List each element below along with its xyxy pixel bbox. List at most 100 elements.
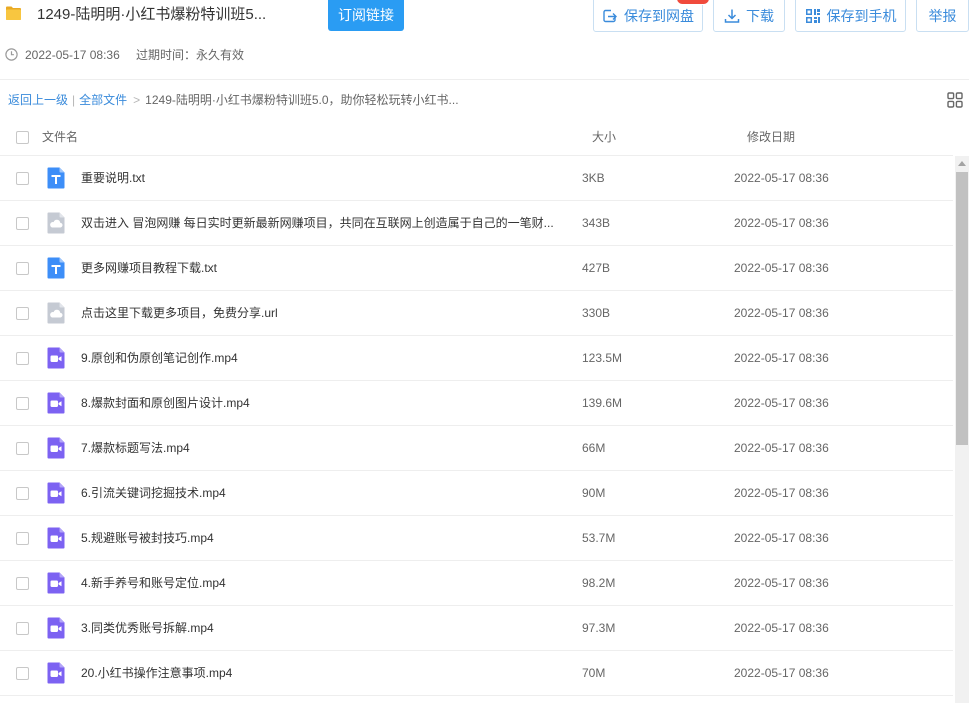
- file-row[interactable]: 6.引流关键词挖掘技术.mp4 90M 2022-05-17 08:36: [0, 471, 953, 516]
- save-to-cloud-label: 保存到网盘: [624, 7, 694, 24]
- all-files-link[interactable]: 全部文件: [79, 92, 127, 108]
- row-checkbox[interactable]: [16, 262, 29, 275]
- file-name[interactable]: 点击这里下载更多项目，免费分享.url: [81, 305, 576, 321]
- file-modified-date: 2022-05-17 08:36: [734, 306, 829, 320]
- file-row[interactable]: 点击这里下载更多项目，免费分享.url 330B 2022-05-17 08:3…: [0, 291, 953, 336]
- file-size: 343B: [582, 216, 611, 230]
- file-size: 70M: [582, 666, 606, 680]
- video-file-icon: [45, 617, 67, 639]
- file-size: 53.7M: [582, 531, 616, 545]
- file-name[interactable]: 更多网赚项目教程下载.txt: [81, 260, 576, 276]
- file-size: 66M: [582, 441, 606, 455]
- scroll-thumb[interactable]: [956, 172, 968, 445]
- column-header-size[interactable]: 大小: [592, 129, 616, 145]
- file-name[interactable]: 7.爆款标题写法.mp4: [81, 440, 576, 456]
- file-modified-date: 2022-05-17 08:36: [734, 486, 829, 500]
- qr-code-icon: [805, 8, 821, 24]
- column-header-modified[interactable]: 修改日期: [747, 129, 795, 145]
- file-list: 重要说明.txt 3KB 2022-05-17 08:36 双击进入 冒泡网赚 …: [0, 156, 953, 703]
- file-size: 97.3M: [582, 621, 616, 635]
- link-file-icon: [45, 212, 67, 234]
- file-row[interactable]: 4.新手养号和账号定位.mp4 98.2M 2022-05-17 08:36: [0, 561, 953, 606]
- file-name[interactable]: 5.规避账号被封技巧.mp4: [81, 530, 576, 546]
- share-created-time: 2022-05-17 08:36: [25, 48, 120, 62]
- scrollbar[interactable]: [955, 156, 969, 703]
- save-to-phone-label: 保存到手机: [826, 7, 897, 24]
- file-name[interactable]: 4.新手养号和账号定位.mp4: [81, 575, 576, 591]
- video-file-icon: [45, 527, 67, 549]
- file-modified-date: 2022-05-17 08:36: [734, 351, 829, 365]
- scroll-up-arrow[interactable]: [958, 161, 966, 166]
- file-modified-date: 2022-05-17 08:36: [734, 576, 829, 590]
- file-modified-date: 2022-05-17 08:36: [734, 531, 829, 545]
- file-name[interactable]: 重要说明.txt: [81, 170, 576, 186]
- video-file-icon: [45, 437, 67, 459]
- video-file-icon: [45, 392, 67, 414]
- file-row[interactable]: 9.原创和伪原创笔记创作.mp4 123.5M 2022-05-17 08:36: [0, 336, 953, 381]
- video-file-icon: [45, 572, 67, 594]
- video-file-icon: [45, 482, 67, 504]
- file-name[interactable]: 3.同类优秀账号拆解.mp4: [81, 620, 576, 636]
- download-button[interactable]: 下载: [713, 0, 785, 32]
- table-header: 文件名 大小 修改日期: [0, 118, 953, 156]
- report-label: 举报: [928, 7, 957, 24]
- file-name[interactable]: 8.爆款封面和原创图片设计.mp4: [81, 395, 576, 411]
- breadcrumb: 返回上一级 | 全部文件 > 1249-陆明明·小红书爆粉特训班5.0，助你轻松…: [8, 92, 459, 108]
- file-row[interactable]: 更多网赚项目教程下载.txt 427B 2022-05-17 08:36: [0, 246, 953, 291]
- share-expiry: 过期时间：永久有效: [136, 48, 245, 62]
- file-row[interactable]: 3.同类优秀账号拆解.mp4 97.3M 2022-05-17 08:36: [0, 606, 953, 651]
- link-file-icon: [45, 302, 67, 324]
- row-checkbox[interactable]: [16, 307, 29, 320]
- file-modified-date: 2022-05-17 08:36: [734, 261, 829, 275]
- row-checkbox[interactable]: [16, 217, 29, 230]
- file-size: 330B: [582, 306, 611, 320]
- file-name[interactable]: 20.小红书操作注意事项.mp4: [81, 665, 576, 681]
- file-row[interactable]: 20.小红书操作注意事项.mp4 70M 2022-05-17 08:36: [0, 651, 953, 696]
- row-checkbox[interactable]: [16, 622, 29, 635]
- row-checkbox[interactable]: [16, 397, 29, 410]
- column-header-name[interactable]: 文件名: [42, 129, 78, 145]
- breadcrumb-separator: >: [133, 93, 141, 107]
- download-icon: [724, 8, 740, 24]
- file-modified-date: 2022-05-17 08:36: [734, 216, 829, 230]
- row-checkbox[interactable]: [16, 532, 29, 545]
- video-file-icon: [45, 347, 67, 369]
- save-to-phone-button[interactable]: 保存到手机: [795, 0, 906, 32]
- row-checkbox[interactable]: [16, 577, 29, 590]
- folder-icon: [5, 5, 22, 21]
- file-row[interactable]: 重要说明.txt 3KB 2022-05-17 08:36: [0, 156, 953, 201]
- clock-icon: [5, 48, 18, 61]
- file-modified-date: 2022-05-17 08:36: [734, 441, 829, 455]
- txt-file-icon: [45, 167, 67, 189]
- file-row[interactable]: 双击进入 冒泡网赚 每日实时更新最新网赚项目，共同在互联网上创造属于自己的一笔财…: [0, 201, 953, 246]
- select-all-checkbox[interactable]: [16, 131, 29, 144]
- file-modified-date: 2022-05-17 08:36: [734, 171, 829, 185]
- file-row[interactable]: 5.规避账号被封技巧.mp4 53.7M 2022-05-17 08:36: [0, 516, 953, 561]
- row-checkbox[interactable]: [16, 442, 29, 455]
- file-name[interactable]: 双击进入 冒泡网赚 每日实时更新最新网赚项目，共同在互联网上创造属于自己的一笔财…: [81, 215, 576, 231]
- file-modified-date: 2022-05-17 08:36: [734, 396, 829, 410]
- file-modified-date: 2022-05-17 08:36: [734, 666, 829, 680]
- grid-view-icon[interactable]: [947, 92, 963, 108]
- subscribe-button[interactable]: 订阅链接: [328, 0, 404, 31]
- row-checkbox[interactable]: [16, 667, 29, 680]
- file-name[interactable]: 6.引流关键词挖掘技术.mp4: [81, 485, 576, 501]
- file-size: 3KB: [582, 171, 605, 185]
- breadcrumb-current: 1249-陆明明·小红书爆粉特训班5.0，助你轻松玩转小红书...: [145, 93, 459, 107]
- file-size: 123.5M: [582, 351, 623, 365]
- file-size: 139.6M: [582, 396, 623, 410]
- file-size: 98.2M: [582, 576, 616, 590]
- file-name[interactable]: 9.原创和伪原创笔记创作.mp4: [81, 350, 576, 366]
- back-link[interactable]: 返回上一级: [8, 92, 68, 108]
- file-modified-date: 2022-05-17 08:36: [734, 621, 829, 635]
- file-size: 427B: [582, 261, 611, 275]
- file-row[interactable]: 8.爆款封面和原创图片设计.mp4 139.6M 2022-05-17 08:3…: [0, 381, 953, 426]
- report-button[interactable]: 举报: [916, 0, 969, 32]
- row-checkbox[interactable]: [16, 352, 29, 365]
- video-file-icon: [45, 662, 67, 684]
- row-checkbox[interactable]: [16, 172, 29, 185]
- file-row[interactable]: 7.爆款标题写法.mp4 66M 2022-05-17 08:36: [0, 426, 953, 471]
- breadcrumb-divider: |: [72, 93, 76, 107]
- row-checkbox[interactable]: [16, 487, 29, 500]
- header-divider: [0, 79, 969, 80]
